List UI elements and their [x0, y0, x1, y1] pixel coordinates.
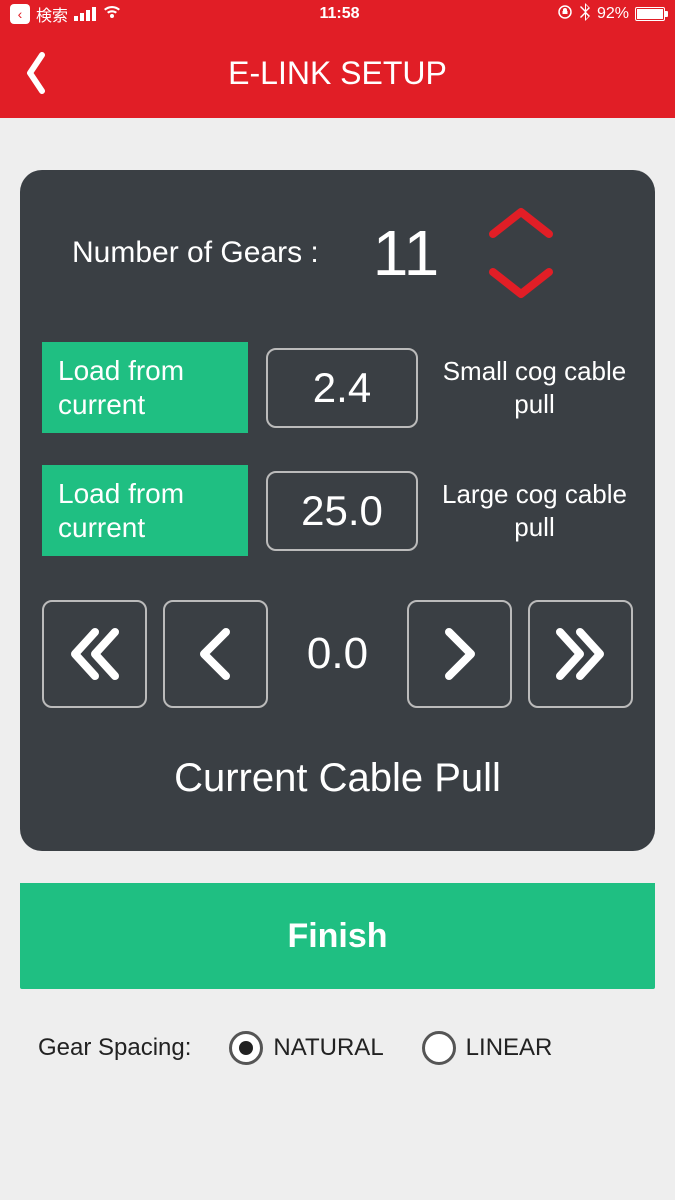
large-cog-value[interactable]: 25.0 — [266, 471, 418, 551]
status-time: 11:58 — [319, 5, 359, 23]
decrease-button[interactable] — [163, 600, 268, 708]
spacing-natural-label: NATURAL — [273, 1034, 383, 1062]
signal-icon — [74, 7, 96, 21]
current-cable-label: Current Cable Pull — [42, 756, 633, 801]
load-small-button[interactable]: Load from current — [42, 342, 248, 433]
status-bar: ‹ 検索 11:58 92% — [0, 0, 675, 28]
finish-button[interactable]: Finish — [20, 883, 655, 989]
gears-value: 11 — [373, 216, 439, 290]
fast-decrease-button[interactable] — [42, 600, 147, 708]
bluetooth-icon — [579, 3, 591, 26]
app-header: E-LINK SETUP — [0, 28, 675, 118]
radio-selected-icon — [229, 1031, 263, 1065]
gears-decrease[interactable] — [487, 266, 555, 300]
large-cog-label: Large cog cable pull — [436, 478, 633, 543]
wifi-icon — [102, 4, 122, 25]
back-app-icon: ‹ — [10, 4, 30, 24]
status-search-text: 検索 — [36, 2, 68, 26]
battery-icon — [635, 7, 665, 21]
spacing-linear-radio[interactable]: LINEAR — [422, 1031, 553, 1065]
page-title: E-LINK SETUP — [228, 55, 447, 92]
radio-unselected-icon — [422, 1031, 456, 1065]
gears-label: Number of Gears : — [72, 236, 319, 270]
orientation-lock-icon — [557, 4, 573, 25]
gears-increase[interactable] — [487, 206, 555, 240]
setup-panel: Number of Gears : 11 Load from current 2… — [20, 170, 655, 851]
load-large-button[interactable]: Load from current — [42, 465, 248, 556]
small-cog-value[interactable]: 2.4 — [266, 348, 418, 428]
increase-button[interactable] — [407, 600, 512, 708]
gear-spacing-label: Gear Spacing: — [38, 1034, 191, 1062]
spacing-natural-radio[interactable]: NATURAL — [229, 1031, 383, 1065]
back-button[interactable] — [22, 51, 50, 95]
small-cog-label: Small cog cable pull — [436, 355, 633, 420]
fast-increase-button[interactable] — [528, 600, 633, 708]
battery-percent: 92% — [597, 5, 629, 23]
current-cable-value: 0.0 — [284, 629, 391, 679]
spacing-linear-label: LINEAR — [466, 1034, 553, 1062]
